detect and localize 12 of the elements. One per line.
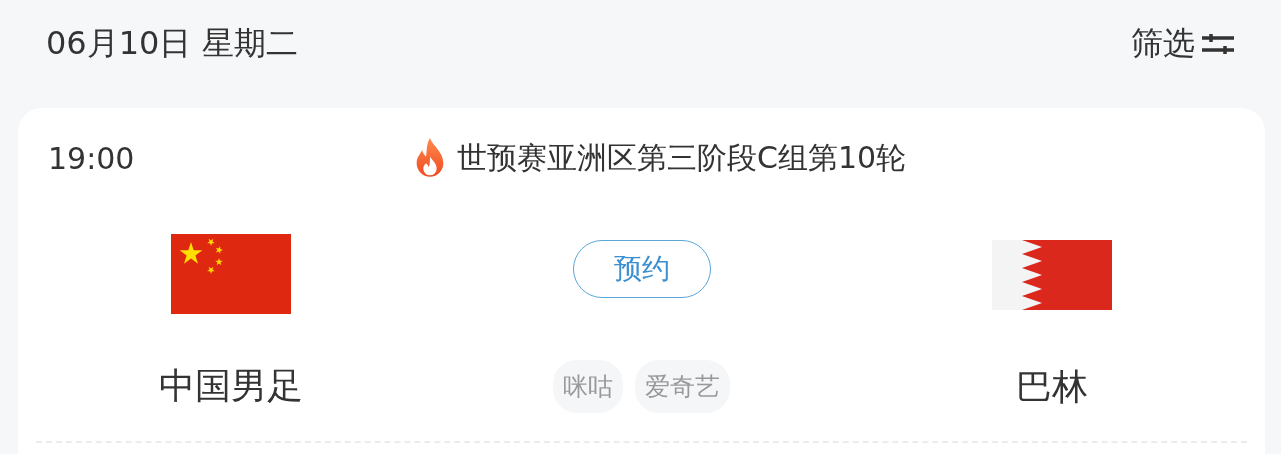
team-name: 巴林 xyxy=(1016,365,1088,409)
match-time: 19:00 xyxy=(47,140,135,176)
competition-title: 世预赛亚洲区第三阶段C组第10轮 xyxy=(456,138,907,177)
date-label: 06月10日 星期二 xyxy=(46,23,298,64)
reserve-button[interactable]: 预约 xyxy=(572,240,711,298)
sliders-icon xyxy=(1201,32,1235,56)
broadcaster-tag[interactable]: 咪咕 xyxy=(553,360,623,413)
broadcaster-tag[interactable]: 爱奇艺 xyxy=(635,360,730,413)
filter-button[interactable]: 筛选 xyxy=(1131,22,1235,66)
team-name: 中国男足 xyxy=(159,364,303,408)
flag-icon xyxy=(992,240,1112,310)
flag-icon xyxy=(171,234,291,314)
